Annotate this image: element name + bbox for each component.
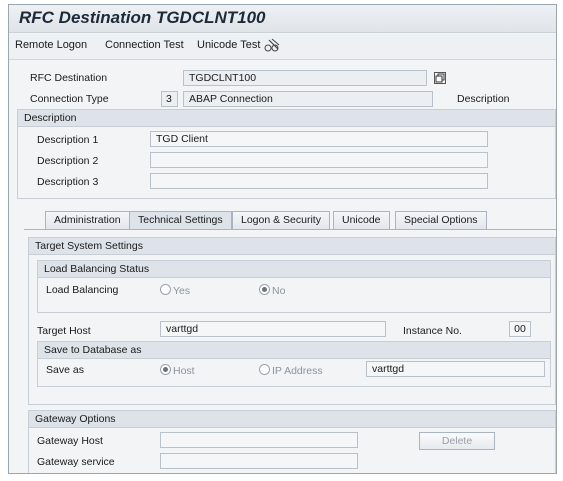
pencil-glasses-icon[interactable] — [263, 37, 281, 55]
tab-administration[interactable]: Administration — [45, 211, 130, 229]
tab-technical-settings[interactable]: Technical Settings — [129, 211, 232, 229]
description-header-label: Description — [457, 93, 510, 105]
instance-no-field[interactable]: 00 — [509, 321, 531, 337]
connection-type-text-field: ABAP Connection — [183, 91, 433, 107]
title-bar: RFC Destination TGDCLNT100 — [9, 5, 556, 33]
copy-icon[interactable] — [434, 72, 446, 84]
radio-off-icon — [160, 284, 171, 295]
save-as-host-radio[interactable]: Host — [160, 364, 195, 377]
tab-strip: Administration Technical Settings Logon … — [33, 211, 556, 231]
tab-unicode[interactable]: Unicode — [333, 211, 390, 229]
load-balancing-yes-radio[interactable]: Yes — [160, 284, 190, 297]
instance-no-label: Instance No. — [403, 325, 462, 337]
radio-on-icon — [259, 284, 270, 295]
load-balancing-no-label: No — [272, 285, 286, 297]
load-balancing-no-radio[interactable]: No — [259, 284, 285, 297]
save-as-host-label: Host — [173, 365, 195, 377]
tab-special-options[interactable]: Special Options — [395, 211, 487, 229]
description-1-label: Description 1 — [37, 134, 99, 146]
remote-logon-button[interactable]: Remote Logon — [15, 39, 87, 51]
gateway-host-field[interactable] — [160, 432, 358, 448]
connection-test-button[interactable]: Connection Test — [105, 39, 184, 51]
connection-type-code-field[interactable]: 3 — [161, 91, 178, 107]
description-2-field[interactable] — [150, 152, 488, 168]
gateway-service-field[interactable] — [160, 453, 358, 469]
load-balancing-title: Load Balancing Status — [38, 261, 550, 278]
save-as-ip-radio[interactable]: IP Address — [259, 364, 323, 377]
rfc-destination-field[interactable]: TGDCLNT100 — [183, 70, 427, 86]
save-to-database-title: Save to Database as — [38, 342, 550, 359]
description-3-label: Description 3 — [37, 176, 99, 188]
connection-type-label: Connection Type — [30, 93, 109, 105]
load-balancing-label: Load Balancing — [46, 284, 119, 296]
description-group-title: Description — [18, 110, 555, 127]
target-host-field[interactable]: varttgd — [160, 321, 386, 337]
radio-on-icon — [160, 364, 171, 375]
gateway-host-label: Gateway Host — [37, 435, 103, 447]
description-1-field[interactable]: TGD Client — [150, 131, 488, 147]
save-as-value-field[interactable]: varttgd — [366, 361, 545, 377]
gateway-options-title: Gateway Options — [29, 411, 555, 428]
save-as-ip-label: IP Address — [272, 365, 323, 377]
rfc-destination-label: RFC Destination — [30, 72, 108, 84]
radio-off-icon — [259, 364, 270, 375]
delete-button[interactable]: Delete — [419, 432, 495, 450]
save-as-label: Save as — [46, 364, 84, 376]
window-title: RFC Destination TGDCLNT100 — [19, 8, 266, 27]
tab-divider — [24, 229, 556, 230]
description-2-label: Description 2 — [37, 155, 99, 167]
target-system-title: Target System Settings — [29, 238, 555, 255]
description-3-field[interactable] — [150, 173, 488, 189]
tab-logon-security[interactable]: Logon & Security — [232, 211, 330, 229]
load-balancing-yes-label: Yes — [173, 285, 191, 297]
application-toolbar: Remote Logon Connection Test Unicode Tes… — [9, 34, 556, 60]
target-host-label: Target Host — [37, 325, 91, 337]
unicode-test-button[interactable]: Unicode Test — [197, 39, 260, 51]
gateway-service-label: Gateway service — [37, 456, 115, 468]
rfc-destination-window: RFC Destination TGDCLNT100 Remote Logon … — [8, 4, 557, 474]
